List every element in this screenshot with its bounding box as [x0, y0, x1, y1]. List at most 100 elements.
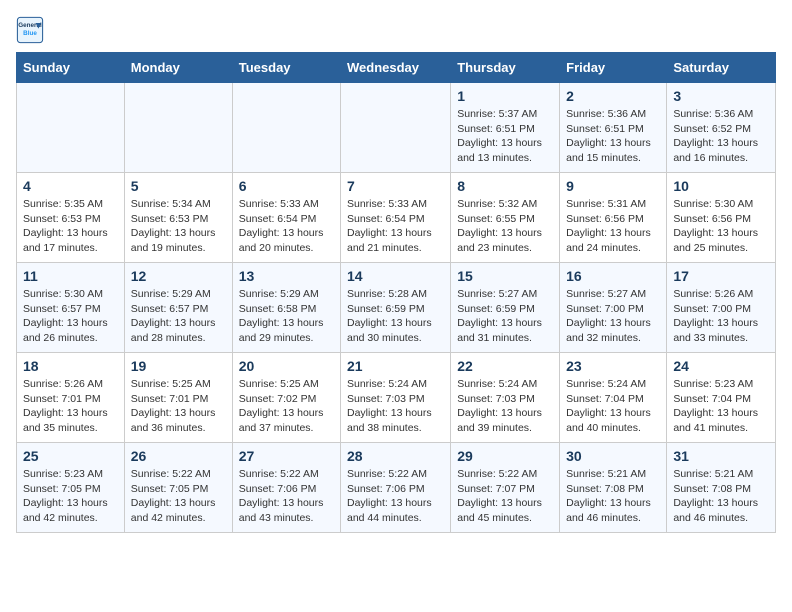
day-info: Sunrise: 5:22 AM Sunset: 7:06 PM Dayligh…: [347, 467, 444, 526]
day-number: 2: [566, 88, 660, 104]
day-number: 29: [457, 448, 553, 464]
week-row-5: 25Sunrise: 5:23 AM Sunset: 7:05 PM Dayli…: [17, 443, 776, 533]
calendar-cell: [232, 83, 340, 173]
day-info: Sunrise: 5:25 AM Sunset: 7:02 PM Dayligh…: [239, 377, 334, 436]
day-info: Sunrise: 5:36 AM Sunset: 6:52 PM Dayligh…: [673, 107, 769, 166]
svg-text:Blue: Blue: [23, 30, 37, 37]
day-info: Sunrise: 5:22 AM Sunset: 7:07 PM Dayligh…: [457, 467, 553, 526]
calendar-cell: 2 Sunrise: 5:36 AM Sunset: 6:51 PM Daylig…: [560, 83, 667, 173]
day-info: Sunrise: 5:34 AM Sunset: 6:53 PM Dayligh…: [131, 197, 226, 256]
calendar-cell: 30Sunrise: 5:21 AM Sunset: 7:08 PM Dayli…: [560, 443, 667, 533]
calendar-cell: 8 Sunrise: 5:32 AM Sunset: 6:55 PM Daylig…: [451, 173, 560, 263]
day-info: Sunrise: 5:22 AM Sunset: 7:06 PM Dayligh…: [239, 467, 334, 526]
day-number: 19: [131, 358, 226, 374]
header-wednesday: Wednesday: [341, 53, 451, 83]
day-number: 23: [566, 358, 660, 374]
calendar-cell: 18Sunrise: 5:26 AM Sunset: 7:01 PM Dayli…: [17, 353, 125, 443]
header-thursday: Thursday: [451, 53, 560, 83]
day-number: 9: [566, 178, 660, 194]
calendar-cell: 29 Sunrise: 5:22 AM Sunset: 7:07 PM Dayli…: [451, 443, 560, 533]
week-row-1: 1 Sunrise: 5:37 AM Sunset: 6:51 PM Daylig…: [17, 83, 776, 173]
calendar-cell: 3 Sunrise: 5:36 AM Sunset: 6:52 PM Daylig…: [667, 83, 776, 173]
header-friday: Friday: [560, 53, 667, 83]
day-number: 12: [131, 268, 226, 284]
calendar-cell: [17, 83, 125, 173]
day-number: 3: [673, 88, 769, 104]
day-info: Sunrise: 5:27 AM Sunset: 6:59 PM Dayligh…: [457, 287, 553, 346]
day-number: 30: [566, 448, 660, 464]
day-number: 10: [673, 178, 769, 194]
day-info: Sunrise: 5:30 AM Sunset: 6:57 PM Dayligh…: [23, 287, 118, 346]
day-number: 13: [239, 268, 334, 284]
day-info: Sunrise: 5:27 AM Sunset: 7:00 PM Dayligh…: [566, 287, 660, 346]
day-info: Sunrise: 5:26 AM Sunset: 7:01 PM Dayligh…: [23, 377, 118, 436]
calendar-cell: 17 Sunrise: 5:26 AM Sunset: 7:00 PM Dayli…: [667, 263, 776, 353]
day-info: Sunrise: 5:26 AM Sunset: 7:00 PM Dayligh…: [673, 287, 769, 346]
calendar-cell: 10 Sunrise: 5:30 AM Sunset: 6:56 PM Dayli…: [667, 173, 776, 263]
day-info: Sunrise: 5:25 AM Sunset: 7:01 PM Dayligh…: [131, 377, 226, 436]
header-monday: Monday: [124, 53, 232, 83]
calendar-cell: 31 Sunrise: 5:21 AM Sunset: 7:08 PM Dayli…: [667, 443, 776, 533]
day-info: Sunrise: 5:21 AM Sunset: 7:08 PM Dayligh…: [673, 467, 769, 526]
day-info: Sunrise: 5:23 AM Sunset: 7:05 PM Dayligh…: [23, 467, 118, 526]
calendar-cell: 6 Sunrise: 5:33 AM Sunset: 6:54 PM Daylig…: [232, 173, 340, 263]
day-info: Sunrise: 5:24 AM Sunset: 7:03 PM Dayligh…: [457, 377, 553, 436]
calendar-cell: 26 Sunrise: 5:22 AM Sunset: 7:05 PM Dayli…: [124, 443, 232, 533]
day-info: Sunrise: 5:24 AM Sunset: 7:04 PM Dayligh…: [566, 377, 660, 436]
week-row-4: 18Sunrise: 5:26 AM Sunset: 7:01 PM Dayli…: [17, 353, 776, 443]
calendar-cell: 24Sunrise: 5:23 AM Sunset: 7:04 PM Dayli…: [667, 353, 776, 443]
header-saturday: Saturday: [667, 53, 776, 83]
day-info: Sunrise: 5:31 AM Sunset: 6:56 PM Dayligh…: [566, 197, 660, 256]
header-tuesday: Tuesday: [232, 53, 340, 83]
logo: General Blue: [16, 16, 48, 44]
calendar-cell: 20 Sunrise: 5:25 AM Sunset: 7:02 PM Dayli…: [232, 353, 340, 443]
day-info: Sunrise: 5:36 AM Sunset: 6:51 PM Dayligh…: [566, 107, 660, 166]
day-info: Sunrise: 5:29 AM Sunset: 6:57 PM Dayligh…: [131, 287, 226, 346]
calendar-cell: 14Sunrise: 5:28 AM Sunset: 6:59 PM Dayli…: [341, 263, 451, 353]
calendar-cell: 5 Sunrise: 5:34 AM Sunset: 6:53 PM Daylig…: [124, 173, 232, 263]
calendar-table: SundayMondayTuesdayWednesdayThursdayFrid…: [16, 52, 776, 533]
calendar-cell: 4Sunrise: 5:35 AM Sunset: 6:53 PM Daylig…: [17, 173, 125, 263]
day-number: 28: [347, 448, 444, 464]
calendar-cell: 9 Sunrise: 5:31 AM Sunset: 6:56 PM Daylig…: [560, 173, 667, 263]
day-info: Sunrise: 5:30 AM Sunset: 6:56 PM Dayligh…: [673, 197, 769, 256]
day-number: 31: [673, 448, 769, 464]
calendar-cell: 12 Sunrise: 5:29 AM Sunset: 6:57 PM Dayli…: [124, 263, 232, 353]
calendar-cell: 25Sunrise: 5:23 AM Sunset: 7:05 PM Dayli…: [17, 443, 125, 533]
day-info: Sunrise: 5:33 AM Sunset: 6:54 PM Dayligh…: [239, 197, 334, 256]
calendar-cell: 7Sunrise: 5:33 AM Sunset: 6:54 PM Daylig…: [341, 173, 451, 263]
day-info: Sunrise: 5:29 AM Sunset: 6:58 PM Dayligh…: [239, 287, 334, 346]
day-number: 11: [23, 268, 118, 284]
calendar-cell: 23 Sunrise: 5:24 AM Sunset: 7:04 PM Dayli…: [560, 353, 667, 443]
day-number: 26: [131, 448, 226, 464]
calendar-cell: 19 Sunrise: 5:25 AM Sunset: 7:01 PM Dayli…: [124, 353, 232, 443]
day-info: Sunrise: 5:37 AM Sunset: 6:51 PM Dayligh…: [457, 107, 553, 166]
calendar-cell: 27 Sunrise: 5:22 AM Sunset: 7:06 PM Dayli…: [232, 443, 340, 533]
day-number: 22: [457, 358, 553, 374]
day-number: 5: [131, 178, 226, 194]
calendar-cell: 16 Sunrise: 5:27 AM Sunset: 7:00 PM Dayli…: [560, 263, 667, 353]
day-number: 20: [239, 358, 334, 374]
calendar-cell: 1 Sunrise: 5:37 AM Sunset: 6:51 PM Daylig…: [451, 83, 560, 173]
day-number: 15: [457, 268, 553, 284]
day-number: 1: [457, 88, 553, 104]
week-row-2: 4Sunrise: 5:35 AM Sunset: 6:53 PM Daylig…: [17, 173, 776, 263]
day-number: 21: [347, 358, 444, 374]
day-info: Sunrise: 5:22 AM Sunset: 7:05 PM Dayligh…: [131, 467, 226, 526]
day-number: 8: [457, 178, 553, 194]
day-info: Sunrise: 5:32 AM Sunset: 6:55 PM Dayligh…: [457, 197, 553, 256]
day-number: 24: [673, 358, 769, 374]
calendar-cell: 21 Sunrise: 5:24 AM Sunset: 7:03 PM Dayli…: [341, 353, 451, 443]
calendar-cell: [341, 83, 451, 173]
calendar-cell: 22 Sunrise: 5:24 AM Sunset: 7:03 PM Dayli…: [451, 353, 560, 443]
day-info: Sunrise: 5:28 AM Sunset: 6:59 PM Dayligh…: [347, 287, 444, 346]
day-number: 6: [239, 178, 334, 194]
day-number: 17: [673, 268, 769, 284]
calendar-cell: [124, 83, 232, 173]
calendar-cell: 11 Sunrise: 5:30 AM Sunset: 6:57 PM Dayli…: [17, 263, 125, 353]
day-number: 27: [239, 448, 334, 464]
header-sunday: Sunday: [17, 53, 125, 83]
day-number: 16: [566, 268, 660, 284]
calendar-header-row: SundayMondayTuesdayWednesdayThursdayFrid…: [17, 53, 776, 83]
day-info: Sunrise: 5:24 AM Sunset: 7:03 PM Dayligh…: [347, 377, 444, 436]
